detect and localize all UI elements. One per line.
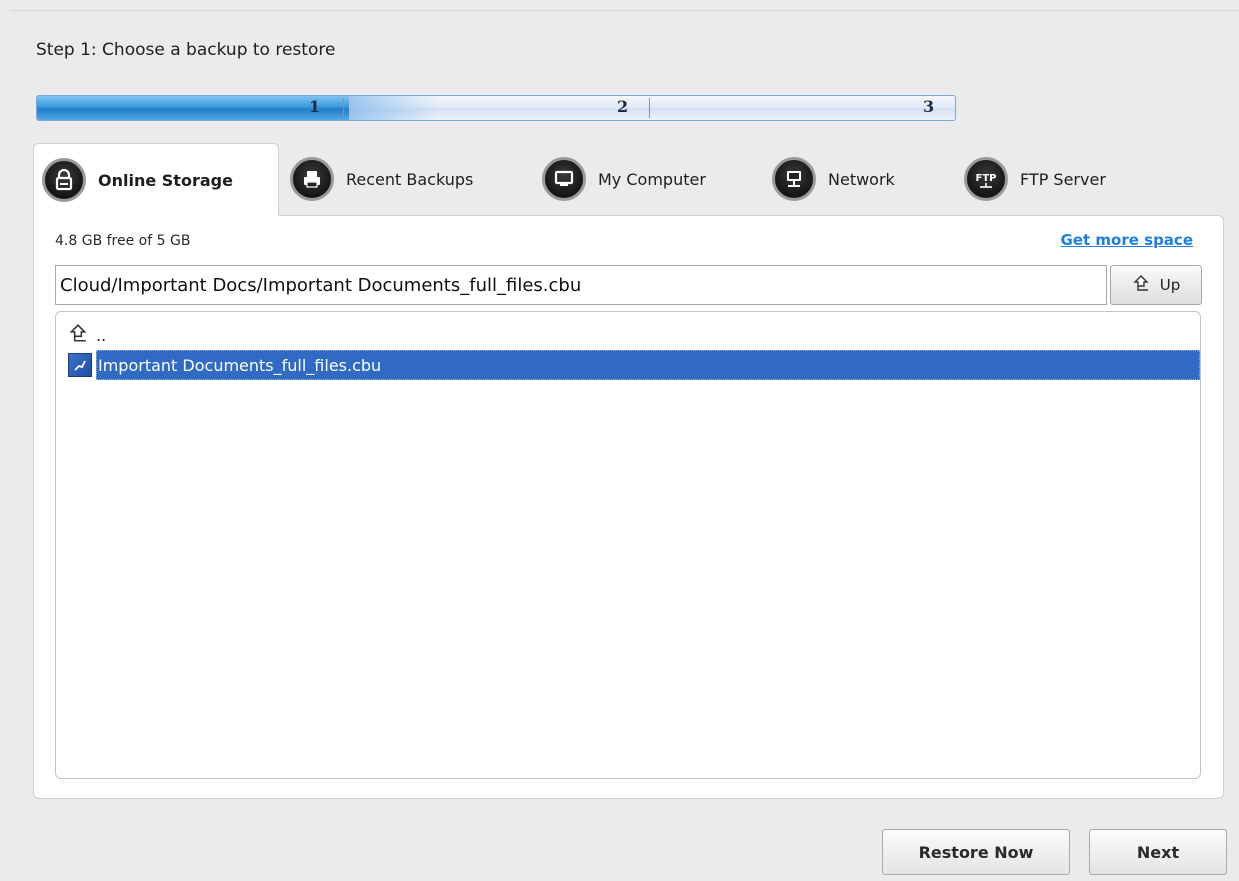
tab-recent-backups[interactable]: Recent Backups: [290, 143, 473, 215]
step-progress-bar: 1 2 3: [36, 95, 956, 121]
restore-wizard-page: Step 1: Choose a backup to restore 1 2 3…: [0, 0, 1239, 881]
get-more-space-link[interactable]: Get more space: [1061, 231, 1193, 249]
tab-online-storage[interactable]: Online Storage: [33, 143, 279, 216]
parent-folder-row[interactable]: ..: [68, 320, 106, 350]
file-name: Important Documents_full_files.cbu: [98, 355, 382, 375]
backup-file-icon: [68, 353, 92, 377]
step-separator: [649, 98, 650, 118]
up-arrow-icon: [68, 323, 94, 348]
progress-fill: [37, 96, 440, 120]
printer-icon: [290, 157, 334, 201]
next-button[interactable]: Next: [1089, 829, 1227, 875]
lock-icon: [42, 158, 86, 202]
tab-my-computer[interactable]: My Computer: [542, 143, 706, 215]
path-input[interactable]: [55, 265, 1107, 305]
step-separator: [343, 98, 344, 118]
tab-label: Network: [828, 169, 895, 189]
up-button-label: Up: [1159, 276, 1181, 294]
ftp-icon: FTP: [964, 157, 1008, 201]
monitor-icon: [542, 157, 586, 201]
parent-folder-label: ..: [96, 325, 107, 345]
top-divider: [10, 10, 1239, 11]
up-button[interactable]: Up: [1110, 265, 1202, 305]
step-title: Step 1: Choose a backup to restore: [36, 40, 336, 60]
online-storage-panel: 4.8 GB free of 5 GB Get more space Up ..: [33, 215, 1224, 799]
tab-label: FTP Server: [1020, 169, 1106, 189]
storage-free-text: 4.8 GB free of 5 GB: [55, 233, 191, 249]
step-label-1: 1: [309, 97, 321, 116]
restore-now-button[interactable]: Restore Now: [882, 829, 1070, 875]
up-arrow-icon: [1132, 274, 1150, 297]
list-item[interactable]: Important Documents_full_files.cbu: [68, 350, 1200, 380]
svg-text:FTP: FTP: [976, 173, 997, 184]
tab-label: My Computer: [598, 169, 706, 189]
tab-ftp-server[interactable]: FTP FTP Server: [964, 143, 1106, 215]
tab-label: Recent Backups: [346, 169, 474, 189]
tab-label: Online Storage: [98, 170, 233, 190]
step-label-3: 3: [923, 97, 935, 116]
network-computer-icon: [772, 157, 816, 201]
tab-network[interactable]: Network: [772, 143, 895, 215]
step-label-2: 2: [617, 97, 629, 116]
file-list[interactable]: .. Important Documents_full_files.cbu: [55, 311, 1201, 779]
